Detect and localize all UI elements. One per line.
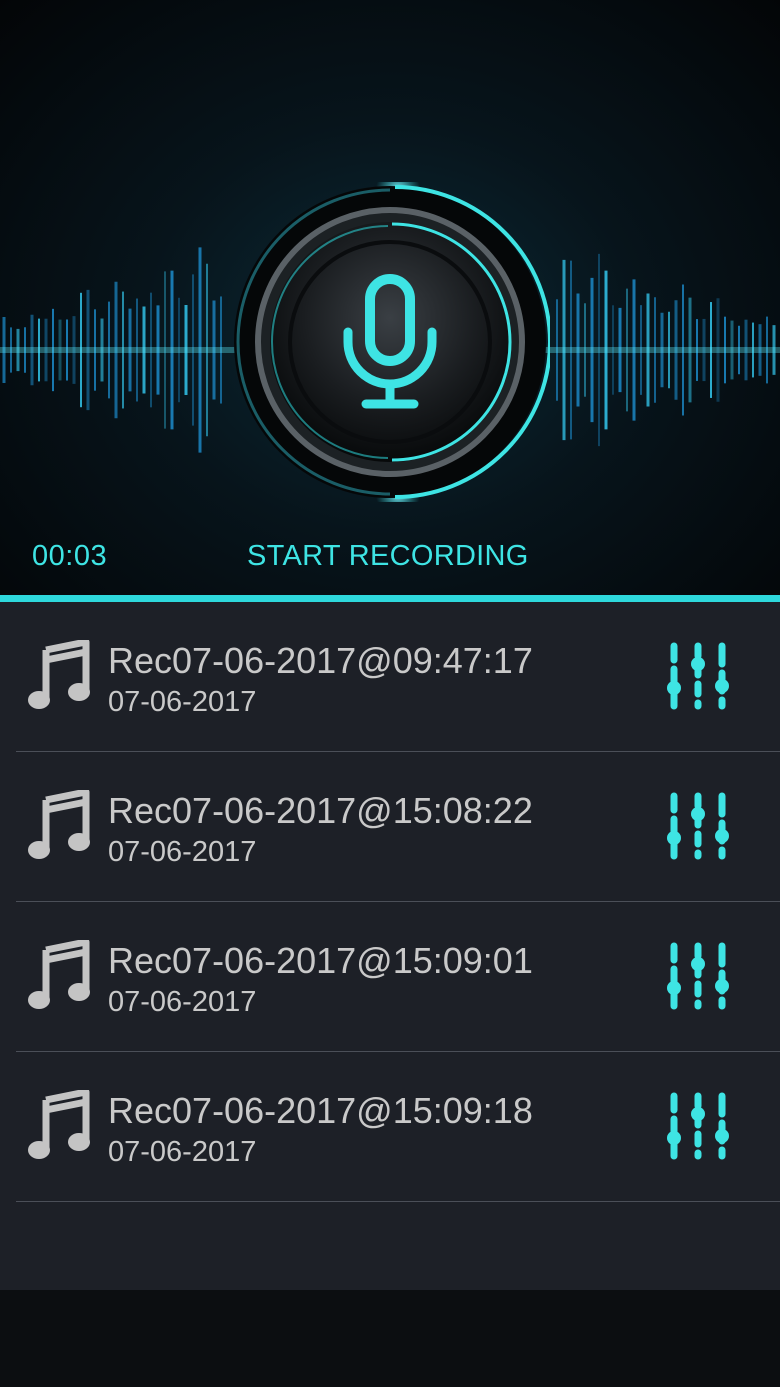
microphone-icon: [234, 182, 550, 502]
row-separator: [16, 1201, 780, 1202]
bottom-bar: [0, 1290, 780, 1387]
recording-row[interactable]: Rec07-06-2017@09:47:17 07-06-2017: [0, 602, 780, 752]
recording-date: 07-06-2017: [108, 986, 257, 1018]
recording-name: Rec07-06-2017@15:08:22: [108, 790, 533, 831]
recorder-header: 00:03 START RECORDING: [0, 0, 780, 595]
recording-row[interactable]: Rec07-06-2017@15:09:01 07-06-2017: [0, 902, 780, 1052]
recording-name: Rec07-06-2017@15:09:18: [108, 1090, 533, 1131]
recording-date: 07-06-2017: [108, 686, 257, 718]
equalizer-icon[interactable]: [666, 792, 730, 860]
equalizer-icon[interactable]: [666, 642, 730, 710]
music-note-icon: [28, 1088, 92, 1162]
recording-name: Rec07-06-2017@15:09:01: [108, 940, 533, 981]
recording-date: 07-06-2017: [108, 836, 257, 868]
recording-row[interactable]: Rec07-06-2017@15:08:22 07-06-2017: [0, 752, 780, 902]
equalizer-icon[interactable]: [666, 942, 730, 1010]
recordings-list: Rec07-06-2017@09:47:17 07-06-2017 Rec07-06…: [0, 602, 780, 1290]
start-recording-button[interactable]: START RECORDING: [247, 540, 529, 573]
header-divider: [0, 595, 780, 602]
recording-row[interactable]: Rec07-06-2017@15:09:18 07-06-2017: [0, 1052, 780, 1202]
record-button[interactable]: [230, 182, 550, 502]
recording-timer: 00:03: [32, 540, 108, 572]
recording-name: Rec07-06-2017@09:47:17: [108, 640, 533, 681]
recording-date: 07-06-2017: [108, 1136, 257, 1168]
equalizer-icon[interactable]: [666, 1092, 730, 1160]
music-note-icon: [28, 788, 92, 862]
music-note-icon: [28, 938, 92, 1012]
music-note-icon: [28, 638, 92, 712]
